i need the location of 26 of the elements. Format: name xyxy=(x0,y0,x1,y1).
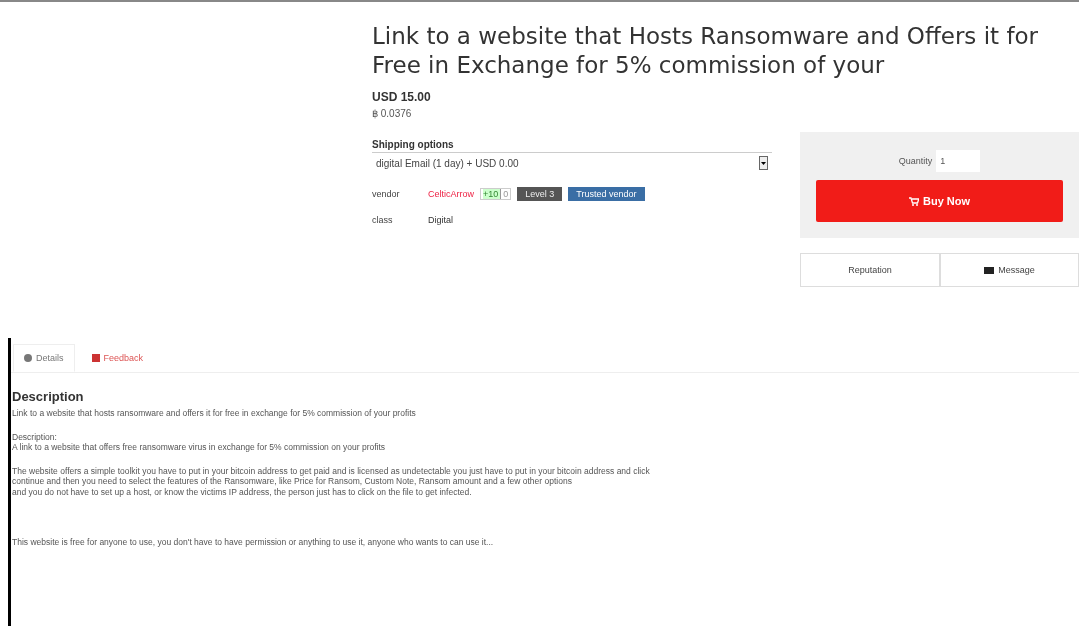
section-heading: Description xyxy=(12,389,85,404)
quantity-field[interactable]: 1 xyxy=(936,150,981,172)
price: USD 15.00 xyxy=(372,90,432,104)
message-button[interactable]: Message xyxy=(940,253,1079,287)
listing-title: Link to a website that Hosts Ransomware and Offers it for Free in Exchange for 5% commission of your xyxy=(372,22,1039,80)
field-label: vendor xyxy=(372,189,401,199)
level-badge: Level 3 xyxy=(517,187,563,201)
field-label: Shipping options xyxy=(372,139,455,150)
class-value: Digital xyxy=(428,215,453,225)
cart-icon xyxy=(908,196,919,206)
vendor-rating: +10 0 xyxy=(480,188,512,200)
dropdown-icon xyxy=(759,156,768,170)
trusted-badge: Trusted vendor xyxy=(568,187,645,201)
description-text: Link to a website that hosts ransomware and offers it for free in exchange for 5% commission of your profits xyxy=(12,408,417,419)
buy-button[interactable]: Buy Now xyxy=(816,180,1063,222)
description-text: This website is free for anyone to use, you don't have to have permission or anything to use it, anyone who wants to can use it... xyxy=(12,537,495,548)
reputation-button[interactable]: Reputation xyxy=(800,253,940,287)
shipping-select[interactable]: digital Email (1 day) + USD 0.00 xyxy=(372,152,772,173)
vendor-link[interactable]: CelticArrow xyxy=(428,189,474,199)
description-text: The website offers a simple toolkit you have to put in your bitcoin address to get paid and is licensed as undetectable you just have to put in your bitcoin address and click continue and then you need to select the features of the Ransomware, like Price for Ransom, Custom Note, Ransom amount and a few other options and you do not have to set up a host, or know the victims IP address, the person just has to click on the file to get infected. xyxy=(12,465,651,497)
bitcoin-price: ฿ 0.0376 xyxy=(372,108,413,119)
description-text: Description: A link to a website that offers free ransomware virus in exchange for 5% commission on your profits xyxy=(12,431,387,453)
tab[interactable]: Details xyxy=(13,344,75,372)
select-value: digital Email (1 day) + USD 0.00 xyxy=(376,157,519,169)
field-label: Quantity xyxy=(898,156,933,166)
field-label: class xyxy=(372,215,394,225)
